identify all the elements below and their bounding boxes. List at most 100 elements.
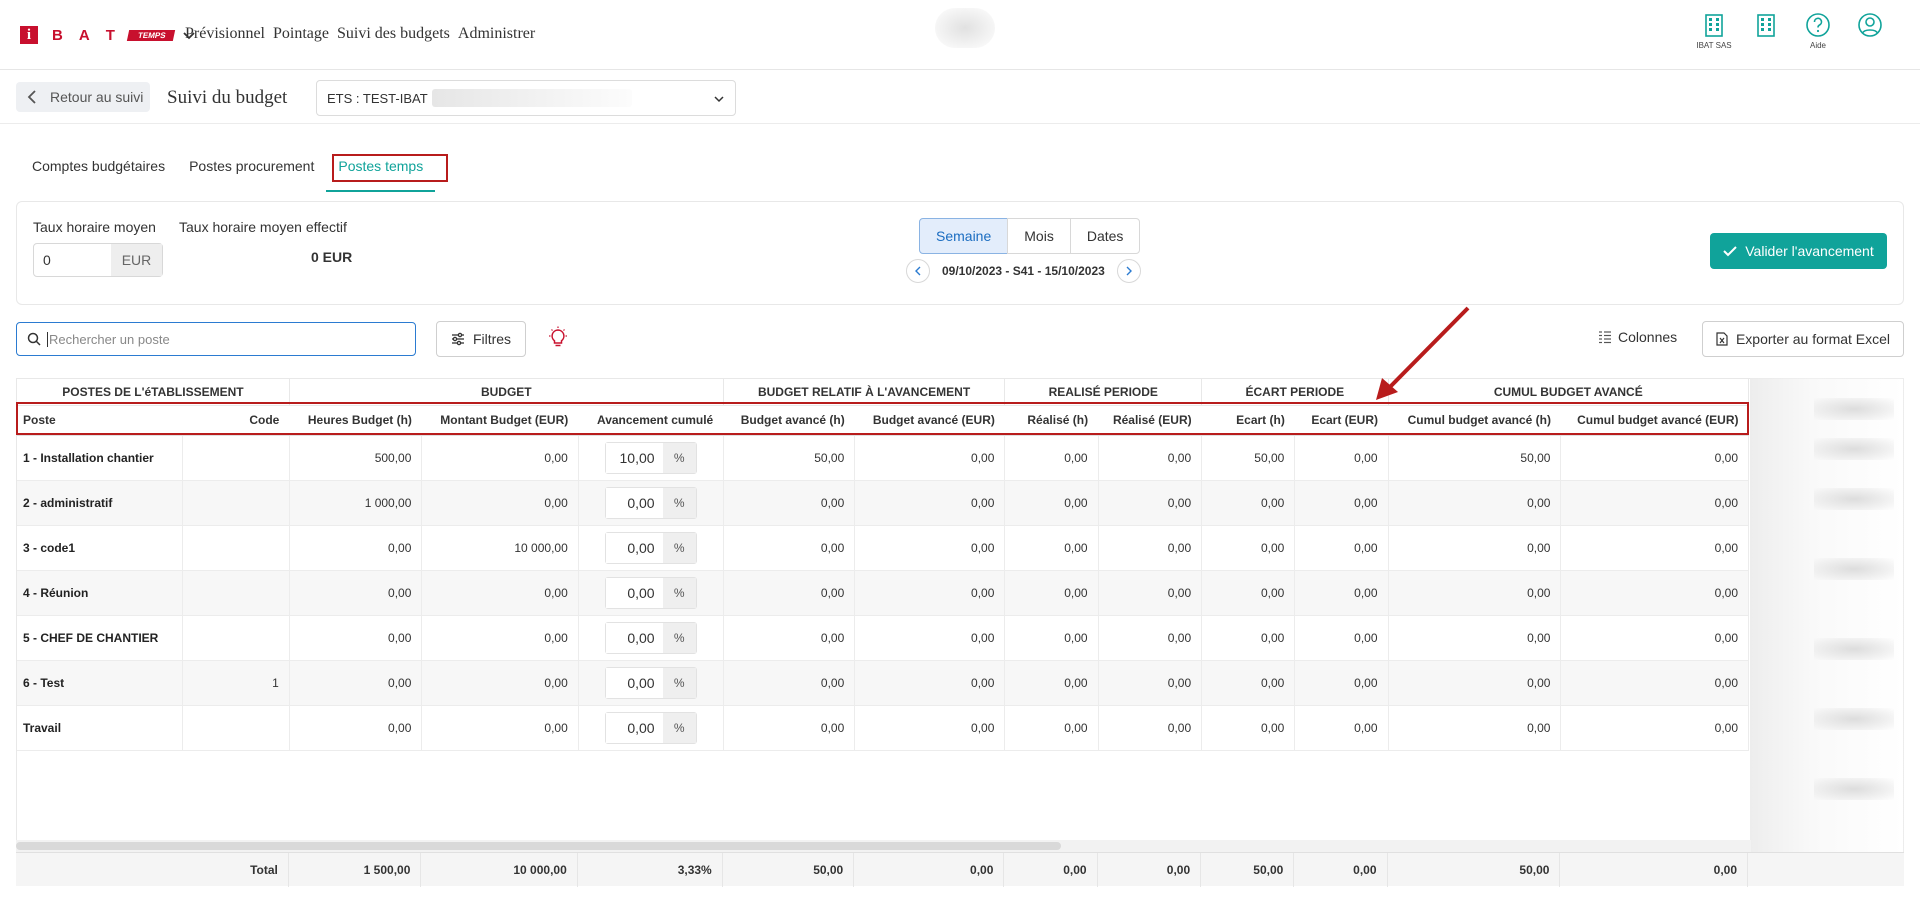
columns-button[interactable]: Colonnes: [1598, 329, 1677, 345]
page-subheader: Retour au suivi Suivi du budget ETS : TE…: [0, 71, 1920, 124]
col-heures-budget[interactable]: Heures Budget (h): [289, 405, 422, 436]
chevron-left-icon: [914, 266, 920, 276]
table-row[interactable]: 5 - CHEF DE CHANTIER 0,00 0,00 0,00% 0,00 0,0…: [17, 615, 1749, 661]
cell-cumul-eur: 0,00: [1560, 660, 1749, 706]
col-realise-eur[interactable]: Réalisé (EUR): [1098, 405, 1202, 436]
cell-cumul-h: 0,00: [1388, 525, 1562, 571]
percent-unit: %: [662, 577, 696, 608]
menu-suivi-budgets[interactable]: Suivi des budgets: [337, 25, 450, 43]
group-budget-relatif: BUDGET RELATIF À L'AVANCEMENT: [723, 379, 1006, 406]
cell-code: [182, 615, 290, 661]
establishment-select[interactable]: ETS : TEST-IBAT: [316, 80, 736, 116]
back-to-tracking-button[interactable]: Retour au suivi: [16, 82, 150, 112]
col-ecart-h[interactable]: Ecart (h): [1201, 405, 1295, 436]
col-montant-budget[interactable]: Montant Budget (EUR): [421, 405, 579, 436]
cell-real-eur: 0,00: [1098, 615, 1203, 661]
col-budget-avance-h[interactable]: Budget avancé (h): [723, 405, 855, 436]
table-row[interactable]: Travail 0,00 0,00 0,00% 0,00 0,00 0,00 0,00 0,00…: [17, 705, 1749, 751]
progress-input[interactable]: 0,00%: [604, 666, 697, 699]
menu-previsionnel[interactable]: Prévisionnel: [185, 25, 265, 43]
scrollbar-thumb[interactable]: [16, 842, 1061, 850]
col-realise-h[interactable]: Réalisé (h): [1004, 405, 1099, 436]
col-avancement[interactable]: Avancement cumulé: [578, 405, 724, 436]
ibat-logo[interactable]: i B A T TEMPS: [20, 26, 196, 44]
establishment-value: ETS : TEST-IBAT: [327, 90, 428, 106]
cell-montant: 0,00: [421, 705, 579, 751]
rate-value[interactable]: 0: [34, 244, 111, 276]
logo-i-mark: i: [20, 26, 38, 44]
top-navbar: i B A T TEMPS Prévisionnel Pointage Suiv…: [0, 0, 1920, 70]
lightbulb-icon[interactable]: [546, 326, 570, 350]
validate-progress-button[interactable]: Valider l'avancement: [1710, 233, 1887, 269]
progress-value[interactable]: 0,00: [605, 622, 663, 653]
progress-value[interactable]: 0,00: [605, 532, 663, 563]
cell-heures: 0,00: [289, 615, 423, 661]
tab-comptes-budgetaires[interactable]: Comptes budgétaires: [20, 152, 177, 192]
grid-body: 1 - Installation chantier 500,00 0,00 10,00…: [17, 435, 1749, 751]
table-row[interactable]: 3 - code1 0,00 10 000,00 0,00% 0,00 0,00 0,00 0…: [17, 525, 1749, 571]
col-budget-avance-eur[interactable]: Budget avancé (EUR): [854, 405, 1005, 436]
export-excel-button[interactable]: Exporter au format Excel: [1702, 321, 1904, 357]
progress-input[interactable]: 0,00%: [604, 486, 697, 519]
cell-ecart-eur: 0,00: [1294, 615, 1389, 661]
progress-input[interactable]: 0,00%: [604, 621, 697, 654]
next-period-button[interactable]: [1116, 259, 1141, 283]
rate-unit: EUR: [111, 244, 162, 276]
table-row[interactable]: 6 - Test 1 0,00 0,00 0,00% 0,00 0,00 0,00 0,00 0,…: [17, 660, 1749, 706]
tab-postes-procurement[interactable]: Postes procurement: [177, 152, 326, 192]
user-account-button[interactable]: [1850, 12, 1890, 51]
progress-input[interactable]: 10,00%: [604, 441, 697, 474]
col-cumul-eur[interactable]: Cumul budget avancé (EUR): [1560, 405, 1749, 436]
col-code[interactable]: Code: [182, 405, 290, 436]
percent-unit: %: [662, 532, 696, 563]
cell-heures: 500,00: [289, 435, 423, 481]
table-row[interactable]: 1 - Installation chantier 500,00 0,00 10,00…: [17, 435, 1749, 481]
page-title: Suivi du budget: [167, 87, 288, 108]
company-caption: IBAT SAS: [1696, 41, 1732, 50]
prev-period-button[interactable]: [906, 259, 930, 283]
period-semaine[interactable]: Semaine: [919, 218, 1009, 254]
cell-bav-h: 0,00: [723, 660, 856, 706]
total-real-h: 0,00: [1003, 853, 1098, 887]
total-montant: 10 000,00: [420, 853, 578, 887]
progress-input[interactable]: 0,00%: [604, 711, 697, 744]
table-row[interactable]: 4 - Réunion 0,00 0,00 0,00% 0,00 0,00 0,00 0,00…: [17, 570, 1749, 616]
filters-button[interactable]: Filtres: [436, 321, 526, 357]
establishment-button[interactable]: [1746, 12, 1786, 51]
menu-administrer[interactable]: Administrer: [458, 25, 535, 43]
period-dates[interactable]: Dates: [1069, 218, 1141, 254]
search-input[interactable]: Rechercher un poste: [16, 322, 416, 356]
progress-value[interactable]: 0,00: [605, 487, 663, 518]
sliders-icon: [451, 332, 464, 346]
menu-pointage[interactable]: Pointage: [273, 25, 329, 43]
progress-value[interactable]: 0,00: [605, 712, 663, 743]
progress-input[interactable]: 0,00%: [604, 531, 697, 564]
help-button[interactable]: Aide: [1798, 12, 1838, 51]
group-realise: REALISÉ PERIODE: [1004, 379, 1203, 406]
rate-label: Taux horaire moyen: [33, 219, 156, 235]
cell-ecart-h: 0,00: [1201, 480, 1296, 526]
col-poste[interactable]: Poste: [17, 405, 183, 436]
hourly-rate-input[interactable]: 0 EUR: [33, 243, 163, 277]
progress-value[interactable]: 10,00: [605, 442, 663, 473]
help-caption: Aide: [1809, 41, 1826, 50]
col-cumul-h[interactable]: Cumul budget avancé (h): [1388, 405, 1561, 436]
progress-value[interactable]: 0,00: [605, 667, 663, 698]
cell-code: [182, 525, 290, 571]
table-row[interactable]: 2 - administratif 1 000,00 0,00 0,00% 0,00 0,…: [17, 480, 1749, 526]
tab-postes-temps[interactable]: Postes temps: [326, 152, 449, 192]
effective-rate-label: Taux horaire moyen effectif: [179, 219, 347, 235]
col-ecart-eur[interactable]: Ecart (EUR): [1294, 405, 1389, 436]
cell-ecart-h: 50,00: [1201, 435, 1296, 481]
horizontal-scrollbar[interactable]: [16, 840, 1751, 852]
cell-real-h: 0,00: [1004, 435, 1099, 481]
cell-poste: Travail: [17, 705, 184, 751]
total-label: Total: [16, 853, 289, 887]
company-button[interactable]: IBAT SAS: [1694, 12, 1734, 51]
cell-cumul-eur: 0,00: [1560, 705, 1749, 751]
period-mois[interactable]: Mois: [1007, 218, 1071, 254]
progress-value[interactable]: 0,00: [605, 577, 663, 608]
cell-ecart-h: 0,00: [1201, 525, 1296, 571]
progress-input[interactable]: 0,00%: [604, 576, 697, 609]
cell-bav-eur: 0,00: [854, 435, 1006, 481]
